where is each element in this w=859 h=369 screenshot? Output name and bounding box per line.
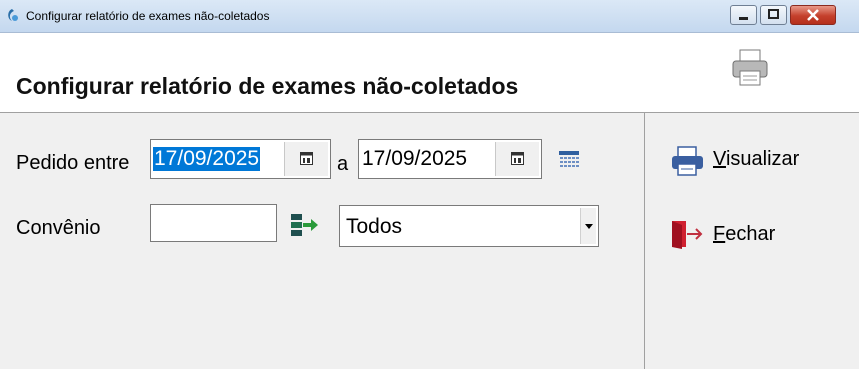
page-title: Configurar relatório de exames não-colet… <box>16 73 519 99</box>
visualizar-button[interactable]: Visualizar <box>670 143 820 177</box>
header-panel: Configurar relatório de exames não-colet… <box>0 33 859 112</box>
printer-icon <box>672 146 703 176</box>
fechar-label: Fechar <box>713 223 776 245</box>
convenio-code-input[interactable] <box>150 204 277 242</box>
printer-icon <box>732 49 768 86</box>
convenio-label: Convênio <box>16 217 101 239</box>
maximize-button[interactable] <box>760 5 787 25</box>
calendar-icon <box>511 152 524 165</box>
date-from-calendar-button[interactable] <box>284 142 328 176</box>
fechar-button[interactable]: Fechar <box>670 216 820 252</box>
date-to-field[interactable]: 17/09/2025 <box>358 139 542 179</box>
calendar-range-icon[interactable] <box>559 151 579 169</box>
date-to-value: 17/09/2025 <box>362 147 468 170</box>
window-title: Configurar relatório de exames não-colet… <box>26 9 270 23</box>
pedido-label: Pedido entre <box>16 152 130 174</box>
date-from-field[interactable]: 17/09/2025 <box>150 139 331 179</box>
lookup-icon[interactable] <box>290 213 320 243</box>
minimize-button[interactable] <box>730 5 757 25</box>
close-button[interactable] <box>790 5 836 25</box>
actions-divider <box>644 113 645 369</box>
between-label: a <box>337 153 349 175</box>
calendar-icon <box>300 152 313 165</box>
exit-door-icon <box>672 221 703 249</box>
maximize-icon <box>768 9 779 19</box>
app-icon <box>8 9 18 21</box>
convenio-select-dropdown[interactable] <box>580 208 596 244</box>
date-from-value: 17/09/2025 <box>153 147 261 171</box>
visualizar-label: Visualizar <box>713 148 800 170</box>
header-divider <box>0 112 859 113</box>
date-to-calendar-button[interactable] <box>495 142 539 176</box>
convenio-select[interactable]: Todos <box>339 205 599 247</box>
convenio-select-value: Todos <box>346 215 403 238</box>
dropdown-arrow-icon <box>585 224 593 229</box>
close-icon <box>807 9 819 21</box>
minimize-icon <box>739 17 748 20</box>
title-bar: Configurar relatório de exames não-colet… <box>0 0 859 33</box>
